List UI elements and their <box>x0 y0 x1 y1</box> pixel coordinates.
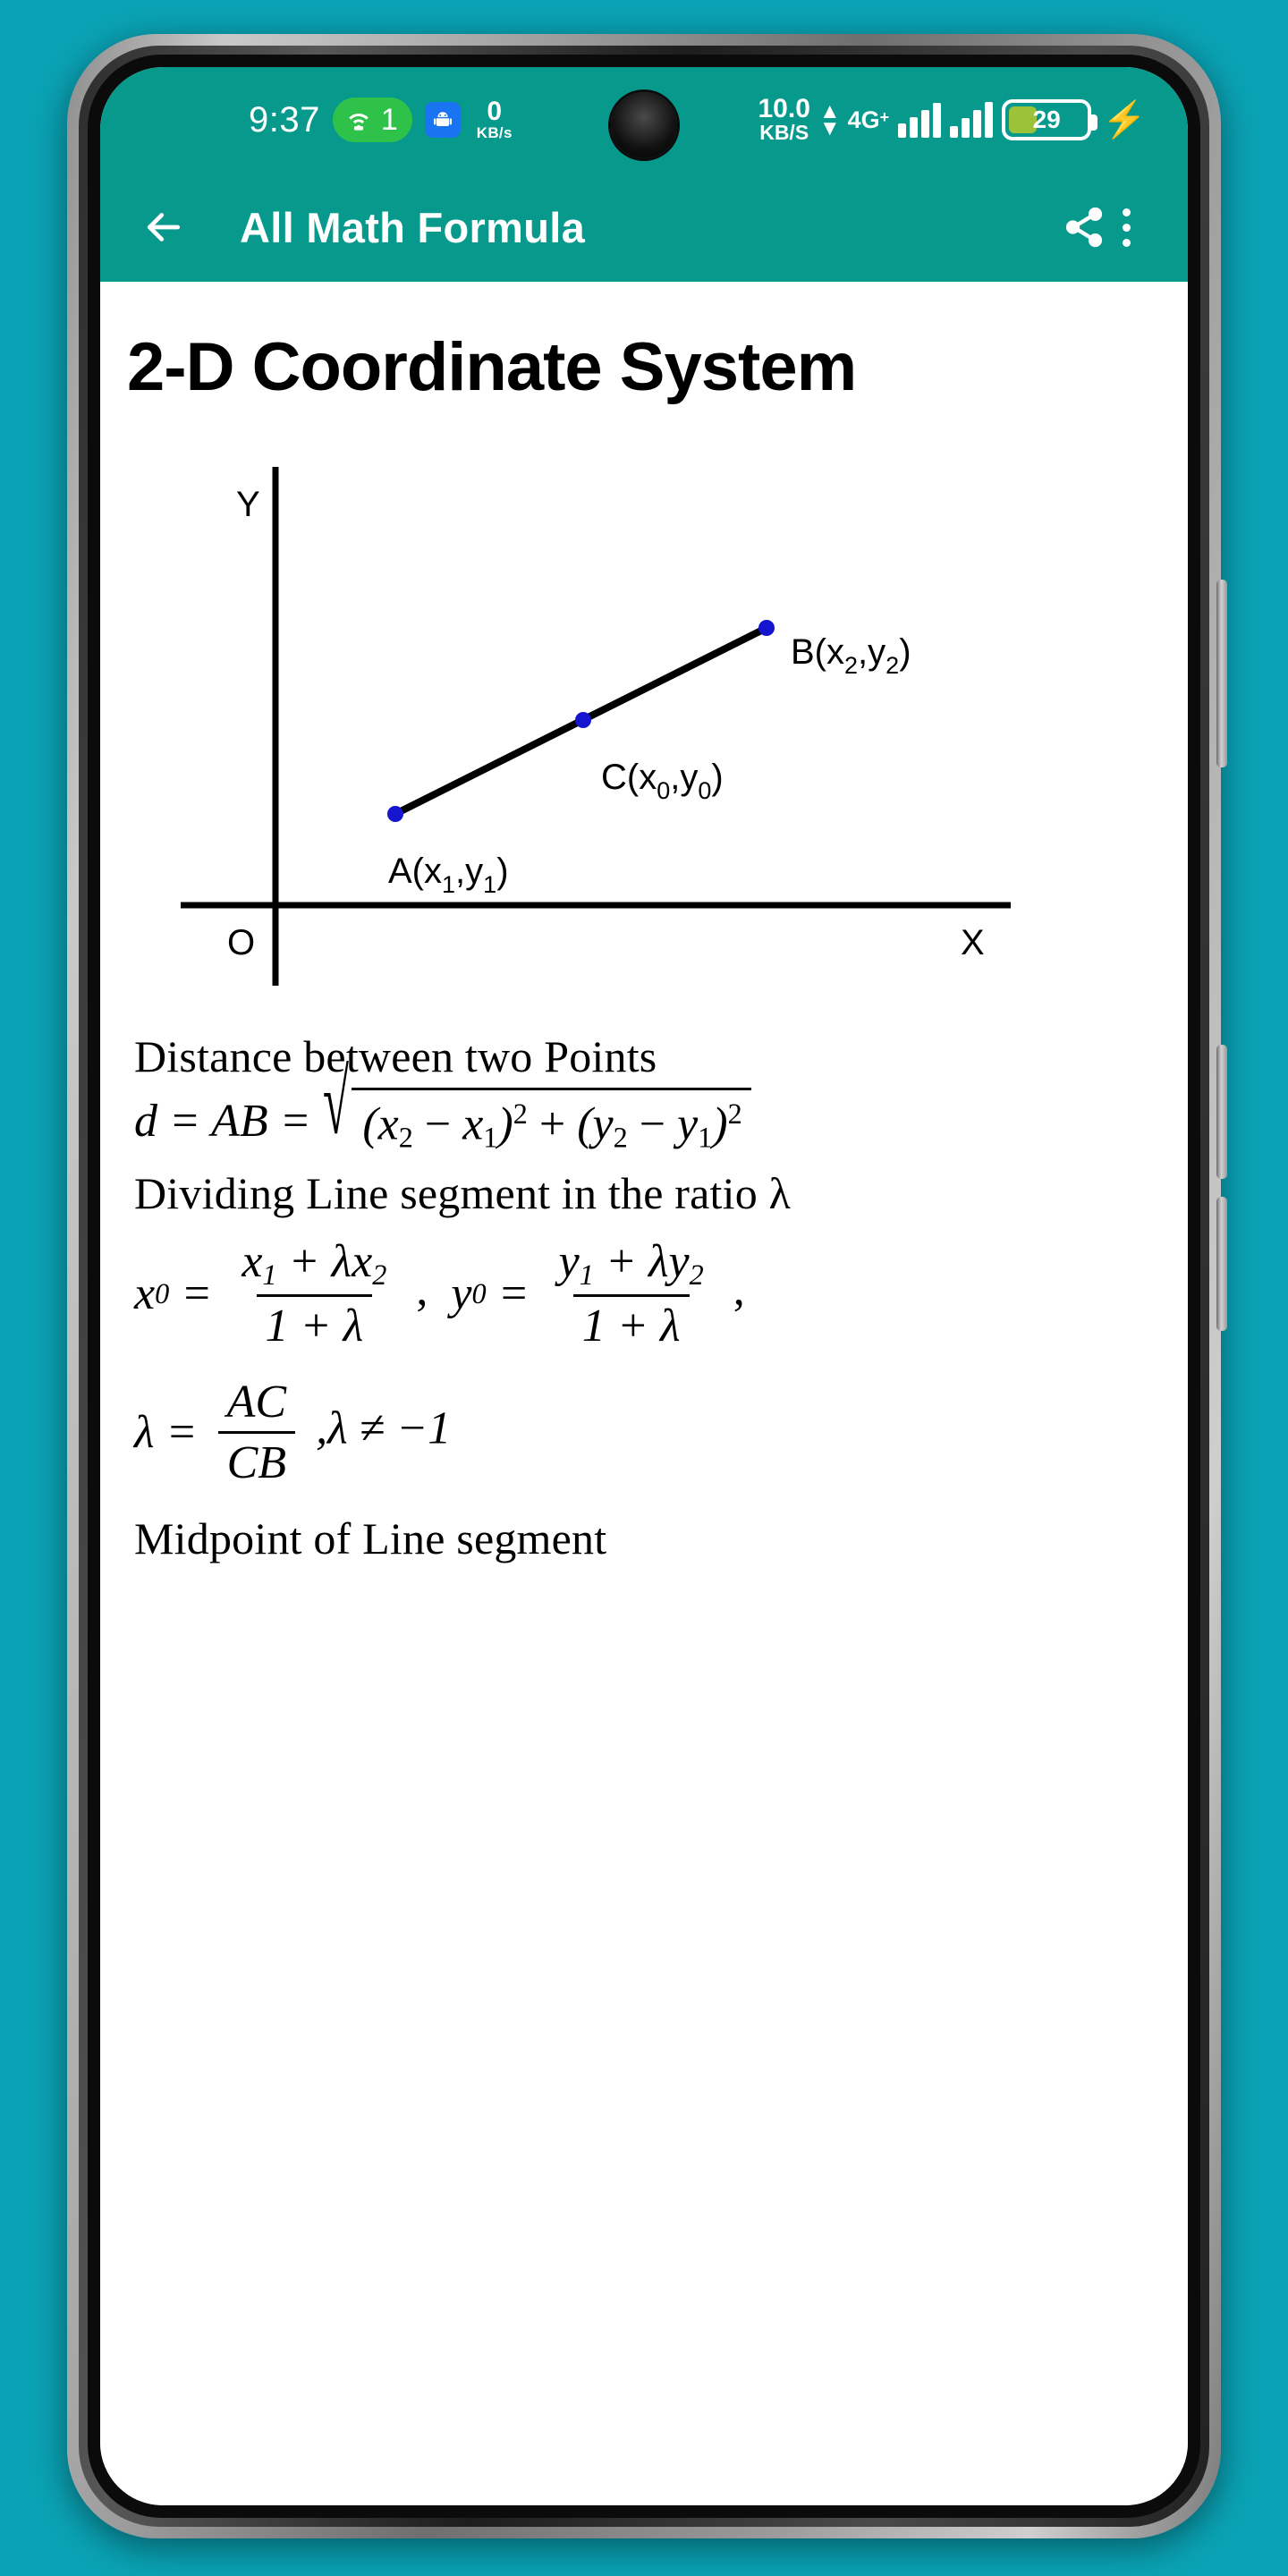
axis-label-y: Y <box>236 485 260 524</box>
lambda-numerator: AC <box>226 1376 287 1428</box>
axis-label-x: X <box>961 923 985 962</box>
x0-fraction: x1 + λx2 1 + λ <box>242 1235 387 1352</box>
assistant-button[interactable] <box>1216 1197 1227 1331</box>
distance-lhs: d = AB = <box>134 1095 311 1147</box>
phone-midframe: 9:37 1 0 KB/s 10.0 KB/S ▲ ▼ 4G + 29 ⚡ Al… <box>79 46 1209 2527</box>
status-time: 9:37 <box>249 99 320 140</box>
battery-indicator: 29 <box>1002 99 1098 140</box>
coordinate-system-diagram: Y O X A(x1,y1) C(x0,y0) B(x2,y2) <box>100 458 1188 1013</box>
signal-bars-sim1-icon <box>898 102 942 138</box>
net-speed-unit: KB/s <box>476 124 513 141</box>
sqrt-icon: √ (x2 − x1)2 + (y2 − y1)2 <box>323 1057 751 1155</box>
volume-button[interactable] <box>1216 580 1227 767</box>
phone-frame: 9:37 1 0 KB/s 10.0 KB/S ▲ ▼ 4G + 29 ⚡ Al… <box>67 34 1227 2538</box>
page-title: 2-D Coordinate System <box>127 329 857 405</box>
three-dot-menu-icon[interactable] <box>1106 199 1147 256</box>
front-camera-punch-hole <box>611 92 677 158</box>
hotspot-count: 1 <box>380 102 398 137</box>
network-type-plus: + <box>879 107 890 126</box>
app-bar: All Math Formula <box>100 173 1188 282</box>
y0-lhs: y0 = <box>451 1267 530 1319</box>
signal-bars-sim2-icon <box>950 102 994 138</box>
status-bar-left: 9:37 1 0 KB/s <box>249 97 513 142</box>
lambda-fraction: AC CB <box>217 1376 296 1489</box>
distance-formula: d = AB = √ (x2 − x1)2 + (y2 − y1)2 <box>134 1057 1188 1155</box>
app-bar-title: All Math Formula <box>240 203 586 251</box>
network-speed-left: 0 KB/s <box>477 98 513 141</box>
lambda-formula: λ = AC CB ,λ ≠ −1 <box>134 1376 1188 1489</box>
ratio-heading: Dividing Line segment in the ratio λ <box>134 1167 792 1218</box>
share-icon[interactable] <box>1062 205 1106 250</box>
status-bar-right: 10.0 KB/S ▲ ▼ 4G + 29 ⚡ <box>758 94 1147 145</box>
phone-screen: 9:37 1 0 KB/s 10.0 KB/S ▲ ▼ 4G + 29 ⚡ Al… <box>100 67 1188 2505</box>
power-button[interactable] <box>1216 1045 1227 1179</box>
android-robot-icon <box>424 102 461 138</box>
section-formula: x0 = x1 + λx2 1 + λ , y0 = y1 + λy2 1 + … <box>134 1235 745 1352</box>
net-speed-value-right: 10.0 <box>758 94 810 124</box>
net-speed-value: 0 <box>487 97 503 126</box>
formula-list: Distance between two Points d = AB = √ (… <box>100 1013 1188 1564</box>
lightning-bolt-icon: ⚡ <box>1102 100 1147 140</box>
diagram-svg: Y O X A(x1,y1) C(x0,y0) B(x2,y2) <box>181 467 1011 986</box>
axis-label-origin: O <box>227 923 255 962</box>
x0-lhs: x0 = <box>134 1267 213 1319</box>
phone-bezel: 9:37 1 0 KB/s 10.0 KB/S ▲ ▼ 4G + 29 ⚡ Al… <box>88 55 1200 2518</box>
battery-level: 29 <box>1032 106 1061 133</box>
lambda-denominator: CB <box>217 1430 296 1489</box>
phone-mockup: 9:37 1 0 KB/s 10.0 KB/S ▲ ▼ 4G + 29 ⚡ Al… <box>0 0 1288 2576</box>
point-label-a: A(x1,y1) <box>388 852 509 898</box>
status-bar: 9:37 1 0 KB/s 10.0 KB/S ▲ ▼ 4G + 29 ⚡ <box>100 67 1188 173</box>
network-type-text: 4G <box>847 106 880 133</box>
network-speed-right: 10.0 KB/S <box>758 94 810 145</box>
point-label-b: B(x2,y2) <box>791 632 911 679</box>
network-type-label: 4G + <box>848 106 890 134</box>
distance-heading: Distance between two Points <box>134 1031 657 1081</box>
lambda-condition: ,λ ≠ −1 <box>316 1402 452 1454</box>
wifi-hotspot-icon <box>343 103 374 138</box>
y0-fraction: y1 + λy2 1 + λ <box>558 1235 704 1352</box>
hotspot-indicator: 1 <box>332 97 412 142</box>
arrow-left-icon[interactable] <box>140 203 188 251</box>
content-area[interactable]: 2-D Coordinate System Y O X A(x1,y1) C(x… <box>100 282 1188 2505</box>
net-speed-unit-right: KB/S <box>759 121 809 145</box>
lambda-lhs: λ = <box>134 1406 198 1458</box>
point-label-c: C(x0,y0) <box>601 758 724 804</box>
midpoint-heading: Midpoint of Line segment <box>134 1513 607 1563</box>
data-transfer-arrows-icon: ▲ ▼ <box>818 98 841 140</box>
